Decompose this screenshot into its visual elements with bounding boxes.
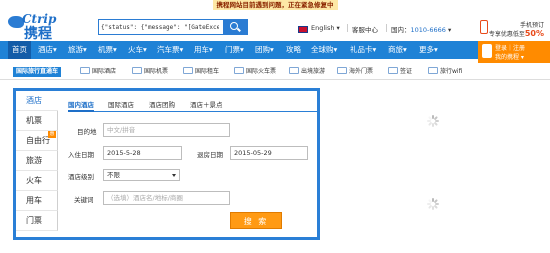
product-tabs: 酒店 机票 自由行惠 旅游 火车 用车 门票 [16,91,58,237]
loading-spinner-icon [427,198,439,210]
vtab-tickets[interactable]: 门票 [16,211,58,231]
search-button[interactable] [223,20,247,34]
subnav-outbound-label: 出境旅游 [301,68,326,75]
search-input[interactable] [99,20,219,34]
nav-tickets[interactable]: 门票▾ [225,41,244,59]
keyword-input[interactable]: （选填）酒店名/地标/商圈 [103,191,230,205]
nav-giftcard[interactable]: 礼品卡▾ [350,41,376,59]
tab-hotel-groupbuy[interactable]: 酒店团购 [149,100,175,110]
user-login-box[interactable]: 登录｜注册 我的携程 ▾ [478,41,550,64]
nav-guide[interactable]: 攻略 [286,41,301,59]
nav-home[interactable]: 首页 [8,41,31,59]
nav-train[interactable]: 火车▾ [128,41,147,59]
plane-icon [132,67,142,74]
main-nav: 首页 酒店▾ 旅游▾ 机票▾ 火车▾ 汽车票▾ 用车▾ 门票▾ 团购▾ 攻略 全… [0,41,550,64]
hotel-level-value: 不限 [107,171,120,179]
destination-input[interactable]: 中文/拼音 [103,123,230,137]
hotline-prefix: 国内： [391,26,411,34]
subnav-intl-train[interactable]: 国际火车票 [234,67,276,77]
nav-bus[interactable]: 汽车票▾ [157,41,183,59]
nav-groupbuy[interactable]: 团购▾ [255,41,274,59]
destination-label: 目的地 [77,128,97,136]
vtab-flight[interactable]: 机票 [16,111,58,131]
my-ctrip-link[interactable]: 我的携程 ▾ [495,52,524,61]
divider [386,24,387,32]
vtab-freetour[interactable]: 自由行惠 [16,131,58,151]
vtab-freetour-label: 自由行 [26,136,50,145]
header: Ctrip 携程 English ▾ 客服中心 国内：1010-6666 ▾ 手… [0,11,550,42]
search-icon [230,22,238,30]
checkin-label: 入住日期 [68,151,94,159]
car-icon [183,67,193,74]
checkout-date-input[interactable]: 2015-05-29 [230,146,308,160]
subnav-intl-car-label: 国际租车 [195,68,220,75]
hotel-level-select[interactable]: 不限 [103,169,180,181]
nav-travel[interactable]: 旅游▾ [68,41,87,59]
hotel-level-label: 酒店级别 [68,173,94,181]
uk-flag-icon [298,26,308,33]
hotel-icon [80,67,90,74]
subnav-intl-hotel-label: 国际酒店 [92,68,117,75]
vtab-car[interactable]: 用车 [16,191,58,211]
vtab-train[interactable]: 火车 [16,171,58,191]
promo-line1: 手机预订 [519,22,544,29]
nav-more[interactable]: 更多▾ [419,41,438,59]
vtab-travel[interactable]: 旅游 [16,151,58,171]
booking-panel: 酒店 机票 自由行惠 旅游 火车 用车 门票 国内酒店 国际酒店 酒店团购 酒店… [13,88,320,240]
hotline: 国内：1010-6666 ▾ [391,26,452,34]
site-search [98,19,248,35]
subnav-wifi-label: 旅行wifi [440,68,463,75]
hotel-type-tabs: 国内酒店 国际酒店 酒店团购 酒店＋景点 [68,100,318,112]
wifi-icon [428,67,438,74]
service-center-link[interactable]: 客服中心 [352,24,378,34]
logo-cn: 携程 [24,26,52,42]
hotline-number: 1010-6666 [410,26,446,34]
tab-domestic-hotel[interactable]: 国内酒店 [68,100,94,112]
suitcase-icon [289,67,299,74]
subnav-intl-flight[interactable]: 国际机票 [132,67,168,77]
subnav-visa-label: 签证 [400,68,413,75]
user-avatar-icon [482,44,492,58]
login-register-link[interactable]: 登录｜注册 [495,43,525,52]
vtab-hotel[interactable]: 酒店 [16,91,58,111]
checkout-label: 退房日期 [197,151,223,159]
subnav-overseas-tickets-label: 海外门票 [349,68,374,75]
notice-bar: 携程网站目前遇到问题，正在紧急修复中 [0,0,550,11]
promo-line2-prefix: 专享优惠低至 [488,31,525,38]
tab-hotel-scenic[interactable]: 酒店＋景点 [190,100,223,110]
promo-discount: 50% [524,29,544,38]
nav-global-shop[interactable]: 全球购▾ [311,41,337,59]
language-selector[interactable]: English ▾ [311,24,340,32]
subnav-visa[interactable]: 签证 [388,67,412,77]
train-icon [234,67,244,74]
subnav-title: 国际旅行直通车 [13,67,62,77]
nav-flight[interactable]: 机票▾ [98,41,117,59]
subnav-intl-train-label: 国际火车票 [246,68,277,75]
loading-spinner-icon [427,115,439,127]
divider [347,24,348,32]
intl-subnav: 国际旅行直通车 国际酒店 国际机票 国际租车 国际火车票 出境旅游 海外门票 签… [0,63,550,80]
subnav-overseas-tickets[interactable]: 海外门票 [337,67,373,77]
discount-badge: 惠 [48,131,56,138]
hotel-search-button[interactable]: 搜 索 [230,212,282,229]
keyword-label: 关键词 [74,196,94,204]
nav-business[interactable]: 商旅▾ [388,41,407,59]
subnav-intl-flight-label: 国际机票 [144,68,169,75]
chevron-down-icon [172,174,176,177]
subnav-intl-hotel[interactable]: 国际酒店 [80,67,116,77]
nav-car[interactable]: 用车▾ [194,41,213,59]
subnav-wifi[interactable]: 旅行wifi [428,67,462,77]
nav-hotel[interactable]: 酒店▾ [38,41,57,59]
mobile-promo[interactable]: 手机预订 专享优惠低至50% [478,17,548,41]
mobile-phone-icon [480,20,488,34]
checkin-date-input[interactable]: 2015-5-28 [103,146,182,160]
subnav-intl-car[interactable]: 国际租车 [183,67,219,77]
ticket-icon [337,67,347,74]
ctrip-logo[interactable]: Ctrip 携程 [8,12,94,42]
subnav-outbound[interactable]: 出境旅游 [289,67,325,77]
visa-icon [388,67,398,74]
notice-text: 携程网站目前遇到问题，正在紧急修复中 [212,0,338,10]
promo-line2: 专享优惠低至50% [489,29,544,38]
tab-intl-hotel[interactable]: 国际酒店 [108,100,134,110]
